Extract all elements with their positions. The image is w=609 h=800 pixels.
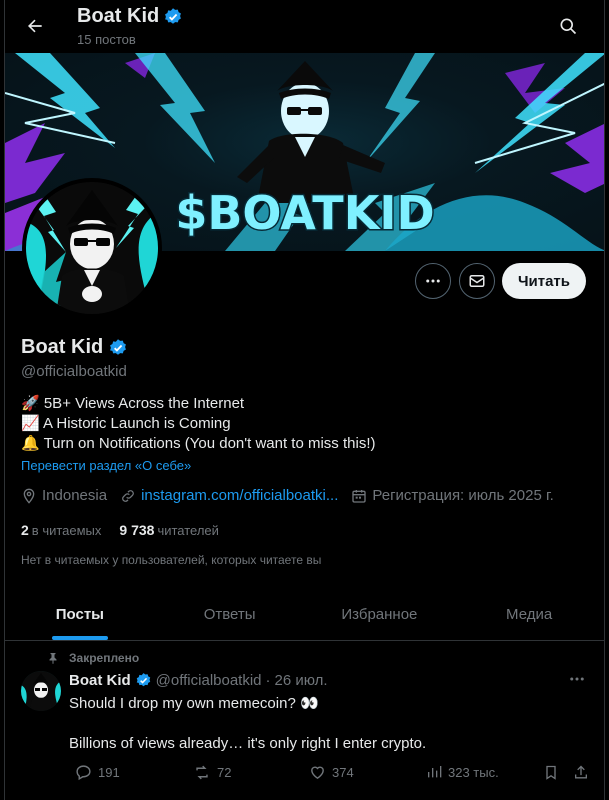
top-bar: Boat Kid 15 постов bbox=[5, 0, 604, 52]
followers-link[interactable]: 9 738 читателей bbox=[119, 522, 219, 538]
post-header: Boat Kid @officialboatkid · 26 июл. bbox=[69, 672, 328, 689]
avatar-artwork bbox=[26, 182, 158, 314]
tab-posts[interactable]: Посты bbox=[5, 588, 155, 640]
more-dots-icon bbox=[570, 677, 584, 681]
bookmark-button[interactable] bbox=[543, 764, 559, 781]
profile-tabs: Посты Ответы Избранное Медиа bbox=[5, 588, 604, 641]
reply-button[interactable]: 191 bbox=[75, 764, 120, 781]
search-button[interactable] bbox=[550, 8, 586, 44]
header-name: Boat Kid bbox=[77, 5, 183, 28]
following-label: в читаемых bbox=[31, 523, 102, 538]
post-text-line: Billions of views already… it's only rig… bbox=[69, 735, 427, 752]
tab-replies[interactable]: Ответы bbox=[155, 588, 305, 640]
joined-text: Регистрация: июль 2025 г. bbox=[372, 487, 554, 504]
more-dots-icon bbox=[426, 279, 440, 283]
pinned-indicator: Закреплено bbox=[47, 651, 139, 665]
views-count: 323 тыс. bbox=[448, 764, 499, 780]
bio-line: 🚀 5B+ Views Across the Internet bbox=[21, 395, 245, 412]
calendar-icon bbox=[352, 489, 367, 503]
heart-icon bbox=[311, 766, 324, 780]
repost-icon bbox=[196, 765, 208, 780]
pinned-label: Закреплено bbox=[69, 651, 140, 665]
reply-bubble-icon bbox=[76, 765, 91, 781]
views-chart-icon bbox=[428, 766, 442, 778]
verified-badge-icon[interactable] bbox=[108, 338, 128, 358]
post-author-handle[interactable]: @officialboatkid bbox=[156, 672, 262, 689]
followers-label: читателей bbox=[157, 523, 219, 538]
verified-badge-icon bbox=[165, 7, 182, 24]
post-author-name[interactable]: Boat Kid bbox=[69, 672, 131, 689]
post-more-button[interactable] bbox=[568, 670, 586, 693]
profile-bio: 🚀 5B+ Views Across the Internet 📈 A Hist… bbox=[21, 394, 375, 454]
profile-meta: Indonesia instagram.com/officialboatki..… bbox=[21, 487, 567, 504]
tab-highlights[interactable]: Избранное bbox=[305, 588, 455, 640]
repost-count: 72 bbox=[217, 765, 232, 780]
profile-name-text: Boat Kid bbox=[21, 336, 104, 358]
website-item: instagram.com/officialboatki... bbox=[120, 487, 338, 504]
post-text: Should I drop my own memecoin? 👀 Billion… bbox=[69, 694, 426, 754]
message-button[interactable] bbox=[459, 263, 495, 299]
post-avatar-artwork bbox=[21, 671, 61, 711]
repost-button[interactable]: 72 bbox=[193, 764, 231, 781]
post-date[interactable]: 26 июл. bbox=[275, 672, 328, 689]
profile-page: Boat Kid 15 постов $BOATKID Читать Boat … bbox=[4, 0, 605, 800]
profile-handle: @officialboatkid bbox=[21, 363, 127, 380]
like-button[interactable]: 374 bbox=[309, 764, 354, 781]
location-text: Indonesia bbox=[42, 487, 108, 504]
location-pin-icon bbox=[23, 488, 35, 504]
like-count: 374 bbox=[332, 765, 354, 780]
translate-bio-link[interactable]: Перевести раздел «О себе» bbox=[21, 458, 191, 473]
location-item: Indonesia bbox=[21, 487, 107, 504]
profile-avatar[interactable] bbox=[22, 178, 162, 318]
post-text-line: Should I drop my own memecoin? 👀 bbox=[69, 695, 319, 712]
followers-count: 9 738 bbox=[119, 522, 155, 538]
header-name-text: Boat Kid bbox=[77, 5, 160, 27]
post-separator: · bbox=[265, 672, 271, 689]
verified-badge-icon bbox=[136, 673, 150, 687]
post-actions: 191 72 374 323 тыс. bbox=[69, 764, 589, 784]
follow-button[interactable]: Читать bbox=[502, 263, 586, 299]
bio-line: 🔔 Turn on Notifications (You don't want … bbox=[21, 435, 376, 452]
search-icon bbox=[560, 18, 577, 35]
pin-icon bbox=[49, 653, 57, 664]
envelope-icon bbox=[469, 275, 485, 287]
bookmark-icon bbox=[546, 765, 556, 780]
banner-title: $BOATKID bbox=[175, 186, 434, 240]
post-author-avatar[interactable] bbox=[21, 671, 61, 711]
follow-counts: 2в читаемых 9 738 читателей bbox=[21, 522, 219, 538]
bio-line: 📈 A Historic Launch is Coming bbox=[21, 415, 231, 432]
header-posts-count: 15 постов bbox=[77, 32, 136, 47]
following-count: 2 bbox=[21, 522, 29, 538]
following-link[interactable]: 2в читаемых bbox=[21, 522, 101, 538]
arrow-left-icon bbox=[28, 19, 42, 33]
followers-you-know-note: Нет в читаемых у пользователей, которых … bbox=[21, 553, 322, 567]
share-button[interactable] bbox=[573, 764, 589, 781]
tab-media[interactable]: Медиа bbox=[454, 588, 604, 640]
link-icon bbox=[122, 489, 134, 502]
views-button[interactable]: 323 тыс. bbox=[426, 764, 499, 780]
joined-item: Регистрация: июль 2025 г. bbox=[351, 487, 554, 504]
more-options-button[interactable] bbox=[415, 263, 451, 299]
reply-count: 191 bbox=[98, 765, 120, 780]
profile-name: Boat Kid bbox=[21, 336, 128, 359]
share-icon bbox=[575, 765, 587, 779]
website-link[interactable]: instagram.com/officialboatki... bbox=[141, 487, 338, 504]
back-button[interactable] bbox=[17, 8, 53, 44]
